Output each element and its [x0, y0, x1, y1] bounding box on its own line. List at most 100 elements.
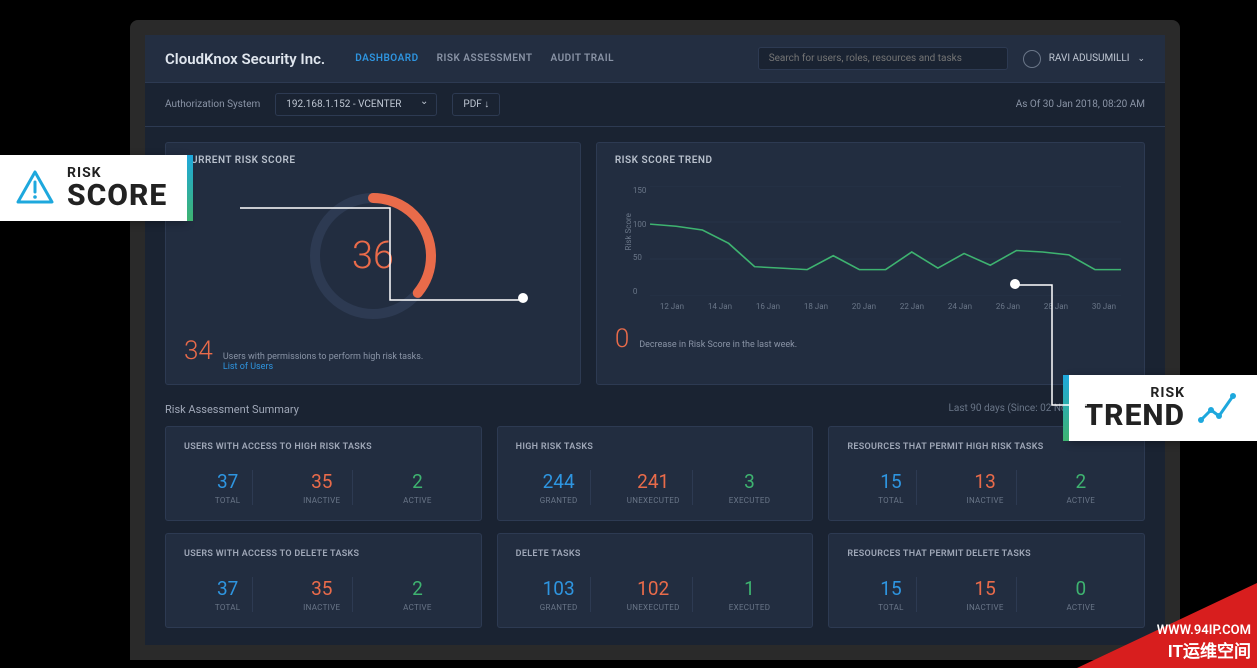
card-metrics: 15 TOTAL 13INACTIVE 2 ACTIVE [847, 470, 1126, 505]
metric-value: 1 [729, 577, 770, 600]
metric-value: 37 [215, 577, 241, 600]
metric-value: 13 [967, 470, 1004, 493]
card-title: DELETE TASKS [516, 549, 795, 559]
card-title: RESOURCES THAT PERMIT HIGH RISK TASKS [847, 442, 1126, 452]
callout-score-lg: SCORE [67, 181, 167, 211]
metric-value: 3 [729, 470, 770, 493]
metric-label: TOTAL [215, 603, 241, 612]
nav-dashboard[interactable]: DASHBOARD [355, 53, 418, 64]
metric: 1 EXECUTED [717, 577, 782, 612]
callout-risk-trend: RISK TREND [1069, 375, 1257, 441]
summary-card[interactable]: HIGH RISK TASKS 244 GRANTED 241 UNEXECUTED 3 E… [497, 426, 814, 521]
card-metrics: 37 TOTAL 35 INACTIVE 2ACTIVE [184, 470, 463, 505]
metric-value: 15 [878, 470, 904, 493]
decrease-value: 0 [615, 324, 629, 354]
list-users-link[interactable]: List of Users [223, 362, 423, 372]
summary-card[interactable]: DELETE TASKS 103 GRANTED 102 UNEXECUTED 1 EXEC… [497, 533, 814, 628]
app-screen: CloudKnox Security Inc. DASHBOARD RISK A… [145, 35, 1165, 645]
metric-value: 103 [540, 577, 578, 600]
summary-card[interactable]: USERS WITH ACCESS TO DELETE TASKS 37 TOTAL… [165, 533, 482, 628]
risk-score-value: 36 [352, 234, 394, 278]
metric-value: 241 [627, 470, 680, 493]
metric: 37 TOTAL [203, 577, 254, 612]
card-title: USERS WITH ACCESS TO HIGH RISK TASKS [184, 442, 463, 452]
metric: 102 UNEXECUTED [615, 577, 693, 612]
metric-label: UNEXECUTED [627, 603, 680, 612]
risk-score-gauge: 36 [303, 186, 443, 326]
summary-row-1: USERS WITH ACCESS TO HIGH RISK TASKS 37 TO… [165, 426, 1145, 521]
summary-card[interactable]: USERS WITH ACCESS TO HIGH RISK TASKS 37 TO… [165, 426, 482, 521]
user-menu[interactable]: RAVI ADUSUMILLI ⌄ [1023, 50, 1145, 68]
callout-risk-score: RISK SCORE [0, 155, 187, 221]
metric: 2ACTIVE [391, 577, 444, 612]
top-panels-row: CURRENT RISK SCORE 36 34 Users with perm… [165, 142, 1145, 385]
x-axis-ticks: 12 Jan 14 Jan 16 Jan 18 Jan 20 Jan 22 Ja… [650, 302, 1126, 311]
metric: 241 UNEXECUTED [615, 470, 693, 505]
metric-value: 102 [627, 577, 680, 600]
metric-label: TOTAL [215, 496, 241, 505]
card-metrics: 103 GRANTED 102 UNEXECUTED 1 EXECUTED [516, 577, 795, 612]
metric: 244 GRANTED [528, 470, 591, 505]
summary-row-2: USERS WITH ACCESS TO DELETE TASKS 37 TOTAL… [165, 533, 1145, 628]
metric-value: 244 [540, 470, 578, 493]
metric: 15 TOTAL [866, 470, 917, 505]
metric-label: UNEXECUTED [627, 496, 680, 505]
export-pdf-button[interactable]: PDF ↓ [452, 93, 500, 116]
metric-label: EXECUTED [729, 496, 770, 505]
metric-label: ACTIVE [1066, 496, 1095, 505]
card-metrics: 37 TOTAL 35INACTIVE 2ACTIVE [184, 577, 463, 612]
card-metrics: 244 GRANTED 241 UNEXECUTED 3 EXECUTED [516, 470, 795, 505]
metric-value: 2 [403, 577, 432, 600]
card-title: USERS WITH ACCESS TO DELETE TASKS [184, 549, 463, 559]
warning-triangle-icon [15, 168, 55, 208]
metric-value: 15 [967, 577, 1004, 600]
watermark-url: WWW.94IP.COM [1157, 623, 1251, 638]
risk-score-panel: CURRENT RISK SCORE 36 34 Users with perm… [165, 142, 581, 385]
metric-label: INACTIVE [967, 603, 1004, 612]
decrease-stat: 0 Decrease in Risk Score in the last wee… [615, 324, 1126, 354]
metric: 13INACTIVE [955, 470, 1017, 505]
filter-bar: Authorization System 192.168.1.152 - VCE… [145, 83, 1165, 127]
risk-trend-title: RISK SCORE TREND [615, 155, 1126, 166]
summary-title: Risk Assessment Summary [165, 403, 299, 416]
metric: 2 ACTIVE [1054, 470, 1107, 505]
watermark-cn: IT运维空间 [1168, 637, 1251, 662]
metric-value: 2 [1066, 470, 1095, 493]
metric: 35INACTIVE [291, 577, 353, 612]
monitor-frame: CloudKnox Security Inc. DASHBOARD RISK A… [130, 20, 1180, 660]
brand-logo: CloudKnox Security Inc. [165, 50, 325, 68]
metric-label: INACTIVE [303, 496, 340, 505]
connector-dot-1 [518, 293, 528, 303]
metric: 3 EXECUTED [717, 470, 782, 505]
card-title: RESOURCES THAT PERMIT DELETE TASKS [847, 549, 1126, 559]
high-risk-users-stat: 34 Users with permissions to perform hig… [184, 336, 562, 372]
metric-value: 37 [215, 470, 241, 493]
auth-system-label: Authorization System [165, 99, 260, 110]
nav-audit-trail[interactable]: AUDIT TRAIL [551, 53, 615, 64]
metric-label: TOTAL [878, 496, 904, 505]
metric-label: GRANTED [540, 603, 578, 612]
main-nav: DASHBOARD RISK ASSESSMENT AUDIT TRAIL [355, 53, 614, 64]
user-name-label: RAVI ADUSUMILLI [1049, 53, 1130, 64]
metric-label: GRANTED [540, 496, 578, 505]
watermark-banner: WWW.94IP.COM IT运维空间 [1077, 583, 1257, 668]
main-content: CURRENT RISK SCORE 36 34 Users with perm… [145, 127, 1165, 643]
auth-system-dropdown[interactable]: 192.168.1.152 - VCENTER [275, 93, 437, 116]
y-axis-ticks: 150 100 50 0 [633, 186, 647, 296]
risk-trend-panel: RISK SCORE TREND Risk Score 150 100 50 0 [596, 142, 1145, 385]
connector-dot-2 [1010, 279, 1020, 289]
metric-value: 2 [403, 470, 432, 493]
metric-label: TOTAL [878, 603, 904, 612]
metric: 2ACTIVE [391, 470, 444, 505]
metric-label: INACTIVE [303, 603, 340, 612]
metric-value: 35 [303, 470, 340, 493]
metric-label: EXECUTED [729, 603, 770, 612]
decrease-text: Decrease in Risk Score in the last week. [639, 340, 797, 350]
trend-chart: Risk Score 150 100 50 0 [615, 176, 1126, 316]
card-title: HIGH RISK TASKS [516, 442, 795, 452]
nav-risk-assessment[interactable]: RISK ASSESSMENT [437, 53, 533, 64]
as-of-timestamp: As Of 30 Jan 2018, 08:20 AM [1016, 99, 1145, 110]
search-input[interactable] [758, 47, 1008, 70]
y-axis-label: Risk Score [624, 213, 633, 250]
stat-number: 34 [184, 336, 213, 366]
